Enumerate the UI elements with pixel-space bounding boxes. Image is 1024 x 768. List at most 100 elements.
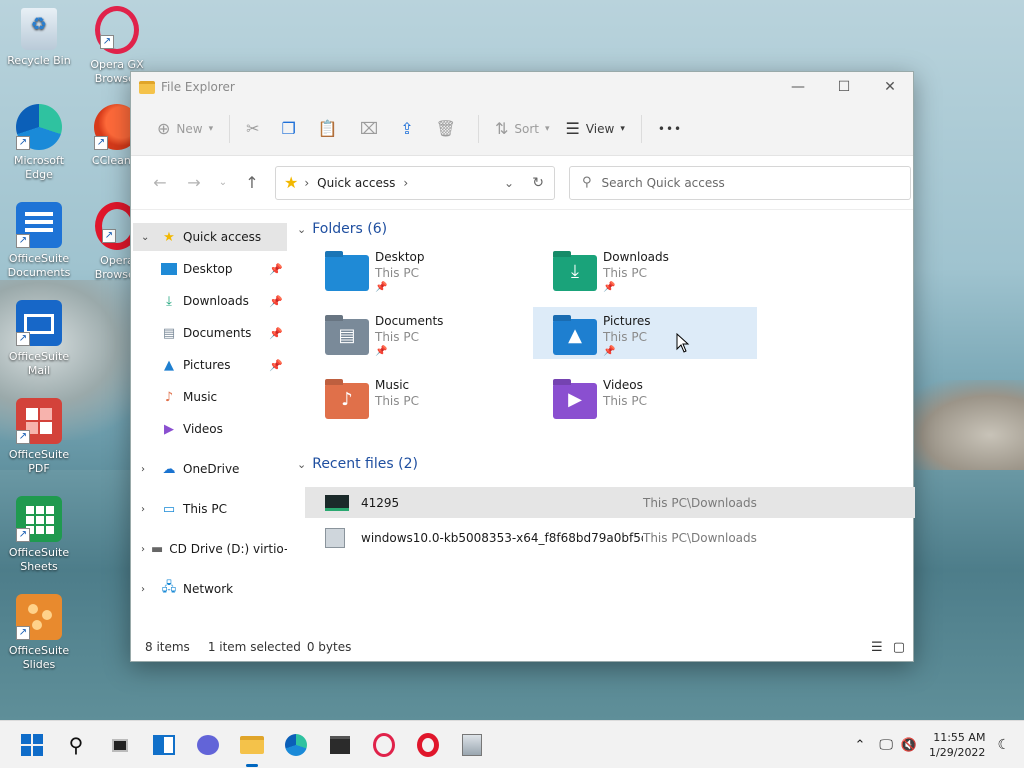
sort-label: Sort xyxy=(514,121,539,136)
edge-taskbar-button[interactable] xyxy=(282,731,310,759)
new-button[interactable]: ⊕ New ▾ xyxy=(149,113,221,145)
chevron-right-icon: › xyxy=(141,503,145,515)
scissors-icon: ✂ xyxy=(246,119,260,138)
refresh-button[interactable]: ↻ xyxy=(532,175,544,191)
folder-tile-desktop[interactable]: Desktop This PC 📌 xyxy=(317,247,541,299)
opera-icon xyxy=(417,733,439,757)
nav-item-cd-drive[interactable]: › ▬ CD Drive (D:) virtio-w xyxy=(133,535,287,563)
moon-icon[interactable]: ☾ xyxy=(997,737,1010,753)
opera-gx-taskbar-button[interactable] xyxy=(370,731,398,759)
clock[interactable]: 11:55 AM 1/29/2022 xyxy=(929,730,985,760)
share-button[interactable]: ⇪ xyxy=(392,113,427,145)
desktop-icon-edge[interactable]: ↗ Microsoft Edge xyxy=(2,104,76,182)
tiles-view-button[interactable]: ▢ xyxy=(893,640,905,655)
pin-icon: 📌 xyxy=(269,262,283,276)
recent-files-section-header[interactable]: ⌄ Recent files (2) xyxy=(297,456,418,472)
file-explorer-taskbar-button[interactable] xyxy=(238,731,266,767)
desktop-icon-officesuite-pdf[interactable]: ↗ OfficeSuite PDF xyxy=(2,398,76,476)
widgets-button[interactable] xyxy=(150,731,178,759)
maximize-button[interactable]: ☐ xyxy=(821,72,867,102)
back-button[interactable]: ← xyxy=(143,173,177,192)
nav-label: Music xyxy=(183,390,218,404)
view-list-icon: ☰ xyxy=(565,119,580,138)
folder-location: This PC xyxy=(375,394,419,408)
nav-item-music[interactable]: ♪ Music xyxy=(133,383,287,411)
officesuite-documents-icon: ↗ xyxy=(16,202,62,248)
installer-file-icon xyxy=(325,527,345,548)
nav-item-this-pc[interactable]: › ▭ This PC xyxy=(133,495,287,523)
address-dropdown-button[interactable]: ⌄ xyxy=(504,176,514,190)
file-explorer-window[interactable]: File Explorer — ☐ ✕ ⊕ New ▾ ✂ ❐ 📋 ⌧ ⇪ 🗑 … xyxy=(130,71,915,662)
desktop-icon-officesuite-documents[interactable]: ↗ OfficeSuite Documents xyxy=(2,202,76,280)
folder-tile-documents[interactable]: ▤ Documents This PC 📌 xyxy=(317,311,541,363)
nav-item-desktop[interactable]: Desktop 📌 xyxy=(133,255,287,283)
folder-tile-downloads[interactable]: ⤓ Downloads This PC 📌 xyxy=(545,247,769,299)
folder-name: Videos xyxy=(603,378,643,392)
nav-item-network[interactable]: › 🖧 Network xyxy=(133,575,287,603)
search-button[interactable]: ⚲ xyxy=(62,731,90,759)
task-view-button[interactable] xyxy=(106,731,134,759)
folder-name: Music xyxy=(375,378,410,392)
desktop-icon-label: OfficeSuite Sheets xyxy=(8,546,70,573)
desktop-icon-label: OfficeSuite Slides xyxy=(8,644,70,671)
start-button[interactable] xyxy=(18,731,46,759)
more-icon: ••• xyxy=(657,121,683,136)
cloud-icon: ☁ xyxy=(162,461,176,477)
music-icon: ♪ xyxy=(164,389,174,405)
opera-gx-icon xyxy=(373,733,395,757)
downloads-folder-icon: ⤓ xyxy=(553,255,597,291)
nav-item-documents[interactable]: ▤ Documents 📌 xyxy=(133,319,287,347)
close-button[interactable]: ✕ xyxy=(867,72,913,102)
search-icon: ⚲ xyxy=(68,733,84,757)
desktop-icon-officesuite-mail[interactable]: ↗ OfficeSuite Mail xyxy=(2,300,76,378)
folder-tile-videos[interactable]: ▶ Videos This PC xyxy=(545,375,769,427)
chevron-down-icon: ⌄ xyxy=(297,222,307,236)
title-bar[interactable]: File Explorer — ☐ ✕ xyxy=(131,72,913,102)
nav-item-quick-access[interactable]: ⌄ ★ Quick access xyxy=(133,223,287,251)
rename-button[interactable]: ⌧ xyxy=(352,113,392,145)
chevron-right-icon: › xyxy=(141,543,145,555)
view-button[interactable]: ☰ View ▾ xyxy=(558,113,633,145)
recent-file-row[interactable]: 41295 This PC\Downloads xyxy=(305,487,915,518)
up-button[interactable]: ↑ xyxy=(235,173,269,192)
teams-chat-button[interactable] xyxy=(194,731,222,759)
folder-icon xyxy=(240,736,264,754)
installer-taskbar-button[interactable] xyxy=(458,731,486,759)
details-view-button[interactable]: ☰ xyxy=(871,640,883,655)
toolbar-separator xyxy=(477,114,479,143)
recent-locations-button[interactable]: ⌄ xyxy=(211,177,235,188)
address-bar[interactable]: ★ › Quick access › ⌄ ↻ xyxy=(275,165,555,200)
folder-name: Pictures xyxy=(603,314,651,328)
recent-file-row[interactable]: windows10.0-kb5008353-x64_f8f68bd79a0bf5… xyxy=(305,522,915,553)
show-hidden-icons-button[interactable]: ⌃ xyxy=(854,738,865,753)
desktop-icon-officesuite-sheets[interactable]: ↗ OfficeSuite Sheets xyxy=(2,496,76,574)
opera-gx-icon: ↗ xyxy=(95,6,139,54)
search-input[interactable]: ⚲ Search Quick access xyxy=(569,165,911,200)
folders-section-header[interactable]: ⌄ Folders (6) xyxy=(297,221,387,237)
delete-button[interactable]: 🗑 xyxy=(428,113,470,145)
forward-button[interactable]: → xyxy=(177,173,211,192)
opera-taskbar-button[interactable] xyxy=(414,731,442,759)
speaker-muted-icon[interactable]: 🔇 xyxy=(901,738,917,753)
nav-item-downloads[interactable]: ⤓ Downloads 📌 xyxy=(133,287,287,315)
desktop-icon-recycle-bin[interactable]: ♻ Recycle Bin xyxy=(2,8,76,68)
nav-item-onedrive[interactable]: › ☁ OneDrive xyxy=(133,455,287,483)
windows-logo-icon xyxy=(21,734,43,756)
folder-name: Documents xyxy=(375,314,444,328)
folder-name: Downloads xyxy=(603,250,669,264)
nav-item-videos[interactable]: ▶ Videos xyxy=(133,415,287,443)
copy-button[interactable]: ❐ xyxy=(274,113,310,145)
nav-item-pictures[interactable]: ▲ Pictures 📌 xyxy=(133,351,287,379)
more-options-button[interactable]: ••• xyxy=(650,113,690,145)
nav-label: Desktop xyxy=(183,262,233,276)
cut-button[interactable]: ✂ xyxy=(238,113,273,145)
minimize-button[interactable]: — xyxy=(775,72,821,102)
desktop-icon-officesuite-slides[interactable]: ↗ OfficeSuite Slides xyxy=(2,594,76,672)
display-icon[interactable]: 🖵 xyxy=(879,737,893,753)
store-taskbar-button[interactable] xyxy=(326,731,354,759)
sort-button[interactable]: ⇅ Sort ▾ xyxy=(487,113,558,145)
paste-button[interactable]: 📋 xyxy=(310,113,352,145)
folder-tile-pictures[interactable]: ▲ Pictures This PC 📌 xyxy=(533,307,757,359)
folder-location: This PC xyxy=(603,266,647,280)
folder-tile-music[interactable]: ♪ Music This PC xyxy=(317,375,541,427)
